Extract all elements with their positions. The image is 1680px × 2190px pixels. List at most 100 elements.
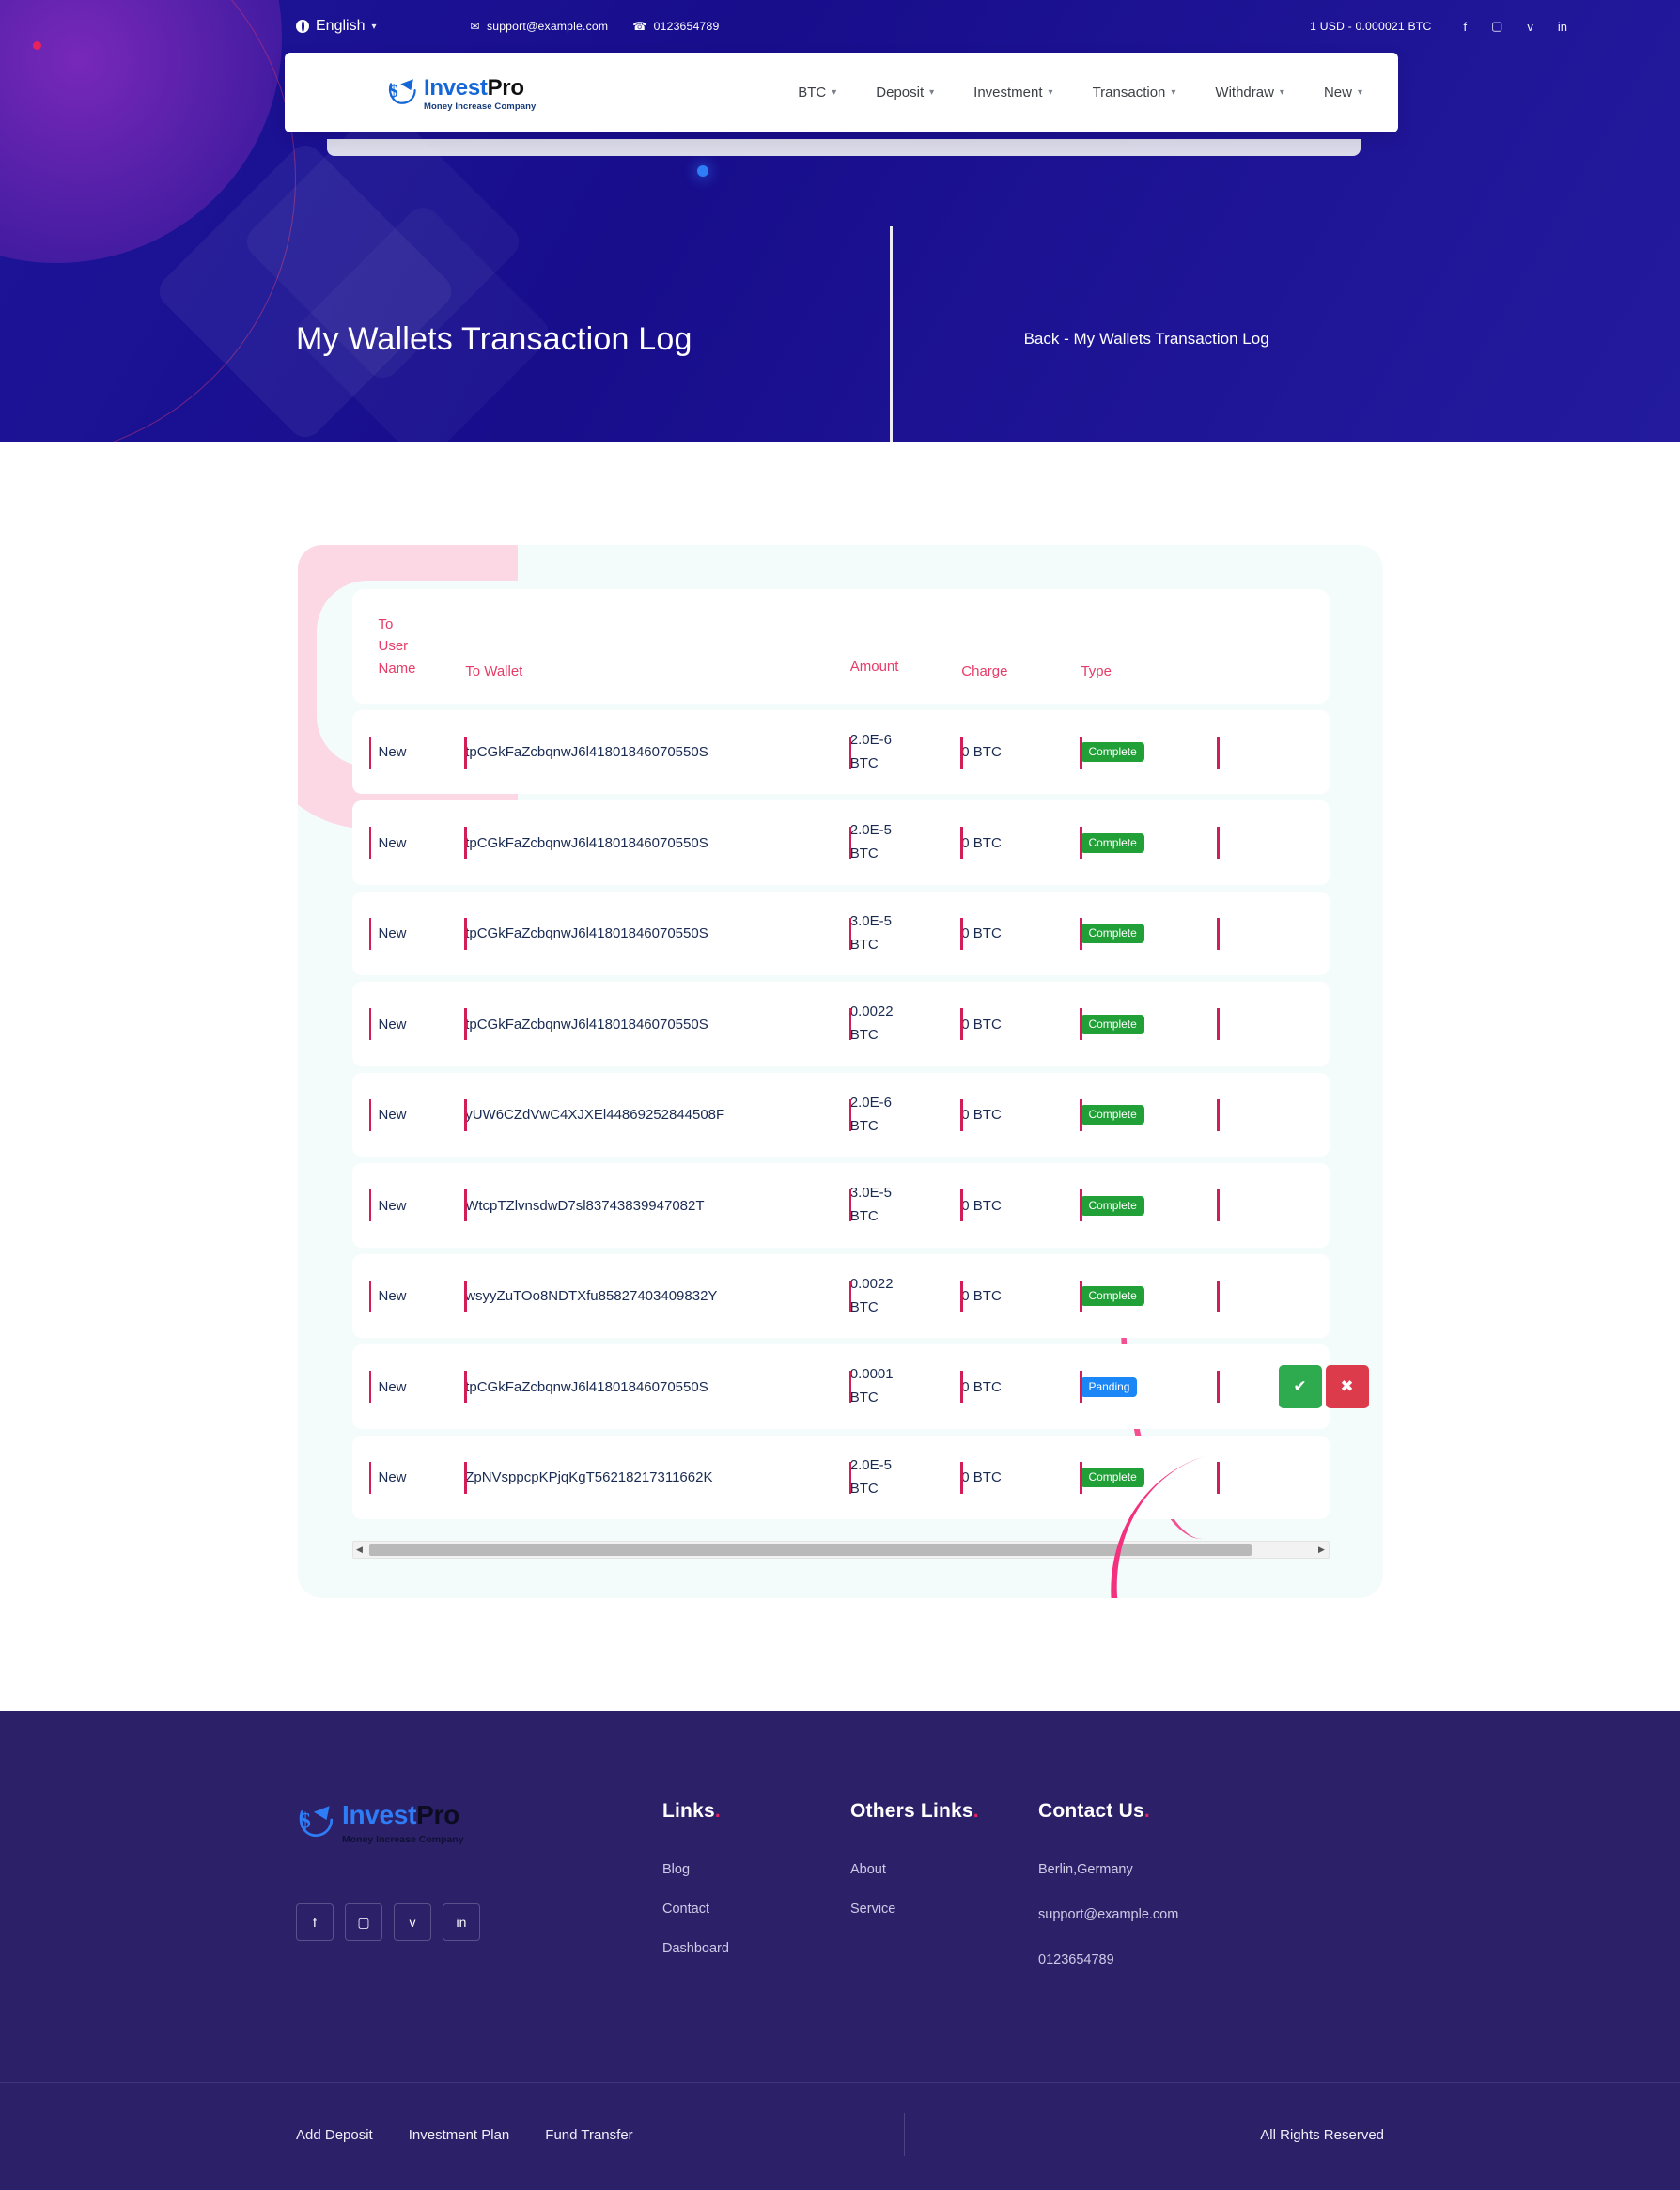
footer-logo-secondary: Pro	[416, 1800, 459, 1830]
footer-link[interactable]: Contact	[662, 1902, 709, 1917]
nav-label: New	[1323, 85, 1352, 101]
phone-icon: ☎	[632, 20, 647, 33]
list-item[interactable]: Dashboard	[662, 1941, 850, 1956]
cell-to-user-name: New	[351, 1253, 466, 1339]
cell-amount: 0.0022 BTC	[849, 982, 962, 1066]
twitter-icon[interactable]: ᴠ	[1527, 20, 1533, 34]
amount-value: 2.0E-5	[849, 1456, 892, 1473]
title-dot: .	[972, 1800, 979, 1823]
btc-rate: 1 USD - 0.000021 BTC	[1310, 20, 1432, 33]
footer-bottom-link-investment-plan[interactable]: Investment Plan	[409, 2127, 510, 2143]
list-item[interactable]: Blog	[662, 1862, 850, 1877]
footer-bottom-link-add-deposit[interactable]: Add Deposit	[296, 2127, 373, 2143]
cell-amount: 2.0E-5 BTC	[849, 1435, 962, 1520]
main-navigation-bar: $ InvestPro Money Increase Company BTC ▾ …	[285, 53, 1398, 132]
site-logo[interactable]: $ InvestPro Money Increase Company	[386, 74, 536, 112]
amount-unit: BTC	[849, 1027, 879, 1043]
reject-button[interactable]: ✖	[1325, 1365, 1369, 1408]
cell-amount: 2.0E-6 BTC	[849, 1072, 962, 1157]
page-title: My Wallets Transaction Log	[296, 320, 692, 357]
status-badge: Complete	[1081, 832, 1144, 853]
status-badge: Complete	[1081, 1014, 1144, 1034]
cell-type: Complete	[1081, 709, 1218, 795]
table-row: New yUW6CZdVwC4XJXEl44869252844508F 2.0E-6…	[351, 1072, 1330, 1157]
cell-to-wallet: tpCGkFaZcbqnwJ6l41801846070550S	[465, 1344, 850, 1429]
svg-text:$: $	[300, 1809, 311, 1833]
language-selector[interactable]: English ▾	[296, 18, 377, 35]
instagram-icon[interactable]: ▢	[345, 1903, 382, 1942]
contact-address: Berlin,Germany	[1038, 1862, 1133, 1878]
status-badge: Complete	[1081, 1286, 1144, 1306]
twitter-icon[interactable]: ᴠ	[394, 1903, 431, 1942]
nav-item-new[interactable]: New ▾	[1324, 85, 1362, 101]
facebook-icon[interactable]: f	[1463, 20, 1467, 34]
linkedin-icon[interactable]: in	[443, 1903, 480, 1942]
footer-logo[interactable]: $ InvestPro Money Increase Company	[296, 1800, 662, 1845]
nav-label: BTC	[798, 85, 827, 101]
footer-bottom-link-fund-transfer[interactable]: Fund Transfer	[545, 2127, 632, 2143]
decorative-dot-blue	[697, 165, 708, 177]
chevron-down-icon: ▾	[1357, 87, 1362, 98]
logo-mark-icon: $	[388, 79, 416, 104]
breadcrumb-current: My Wallets Transaction Log	[1073, 330, 1269, 348]
cell-to-wallet: yUW6CZdVwC4XJXEl44869252844508F	[465, 1072, 850, 1157]
globe-icon	[296, 20, 309, 33]
cell-to-wallet: WtcpTZlvnsdwD7sl83743839947082T	[465, 1163, 850, 1248]
chevron-down-icon: ▾	[371, 21, 377, 32]
footer-links-title-text: Links	[662, 1800, 715, 1823]
footer-link[interactable]: Dashboard	[662, 1941, 729, 1956]
cell-amount: 0.0022 BTC	[849, 1253, 962, 1339]
contact-phone[interactable]: 0123654789	[1038, 1952, 1254, 1967]
footer-links-title: Links.	[662, 1800, 850, 1823]
footer-others-list: About Service	[850, 1862, 1038, 1917]
phone-contact[interactable]: ☎ 0123654789	[632, 20, 719, 33]
amount-unit: BTC	[849, 754, 879, 771]
email-contact[interactable]: ✉ support@example.com	[471, 20, 609, 33]
list-item[interactable]: Contact	[662, 1902, 850, 1917]
amount-value: 3.0E-5	[849, 1185, 892, 1202]
cell-amount: 2.0E-5 BTC	[849, 800, 962, 885]
phone-text: 0123654789	[653, 20, 720, 33]
scroll-left-arrow-icon[interactable]: ◀	[353, 1545, 366, 1555]
cell-to-wallet: tpCGkFaZcbqnwJ6l41801846070550S	[465, 800, 850, 885]
cell-type: Complete	[1081, 1253, 1218, 1339]
amount-value: 2.0E-5	[849, 822, 892, 839]
instagram-icon[interactable]: ▢	[1491, 19, 1502, 34]
footer-link[interactable]: Blog	[662, 1862, 690, 1877]
contact-email[interactable]: support@example.com	[1038, 1907, 1254, 1922]
column-header-action	[1217, 589, 1330, 704]
mail-icon: ✉	[470, 20, 480, 33]
cell-action	[1217, 1253, 1330, 1339]
nav-menu: BTC ▾ Deposit ▾ Investment ▾ Transaction ▾ W…	[798, 85, 1362, 101]
content-section: To User Name To Wallet Amount Charge Typ…	[0, 442, 1680, 1712]
status-badge: Complete	[1081, 1468, 1144, 1487]
list-item[interactable]: Service	[850, 1902, 1038, 1917]
breadcrumb-back-link[interactable]: Back	[1024, 330, 1060, 348]
cell-type: Complete	[1081, 1163, 1218, 1248]
nav-item-btc[interactable]: BTC ▾	[798, 85, 836, 101]
approve-button[interactable]: ✔	[1278, 1365, 1322, 1408]
chevron-down-icon: ▾	[1279, 87, 1284, 98]
cell-to-wallet: tpCGkFaZcbqnwJ6l41801846070550S	[465, 891, 850, 976]
site-footer: $ InvestPro Money Increase Company f ▢ ᴠ…	[0, 1711, 1680, 2190]
nav-item-investment[interactable]: Investment ▾	[973, 85, 1052, 101]
status-badge: Complete	[1081, 742, 1144, 762]
facebook-icon[interactable]: f	[296, 1903, 334, 1942]
footer-link[interactable]: About	[850, 1862, 886, 1877]
hero-section: English ▾ ✉ support@example.com ☎ 012365…	[0, 0, 1680, 442]
topbar-right: 1 USD - 0.000021 BTC f ▢ ᴠ in	[1310, 19, 1567, 34]
table-row: New tpCGkFaZcbqnwJ6l41801846070550S 3.0E-5…	[351, 891, 1330, 976]
status-badge: Complete	[1081, 924, 1144, 943]
linkedin-icon[interactable]: in	[1558, 20, 1567, 34]
table-row: New wsyyZuTOo8NDTXfu85827403409832Y 0.0022…	[351, 1253, 1330, 1339]
cell-amount: 3.0E-5 BTC	[849, 1163, 962, 1248]
cell-action	[1217, 800, 1330, 885]
footer-link[interactable]: Service	[850, 1902, 895, 1917]
cell-type: Complete	[1081, 800, 1218, 885]
nav-item-deposit[interactable]: Deposit ▾	[876, 85, 934, 101]
list-item[interactable]: About	[850, 1862, 1038, 1877]
nav-item-transaction[interactable]: Transaction ▾	[1093, 85, 1176, 101]
nav-item-withdraw[interactable]: Withdraw ▾	[1215, 85, 1284, 101]
nav-label: Withdraw	[1215, 85, 1274, 101]
logo-text-primary: Invest	[424, 74, 488, 101]
